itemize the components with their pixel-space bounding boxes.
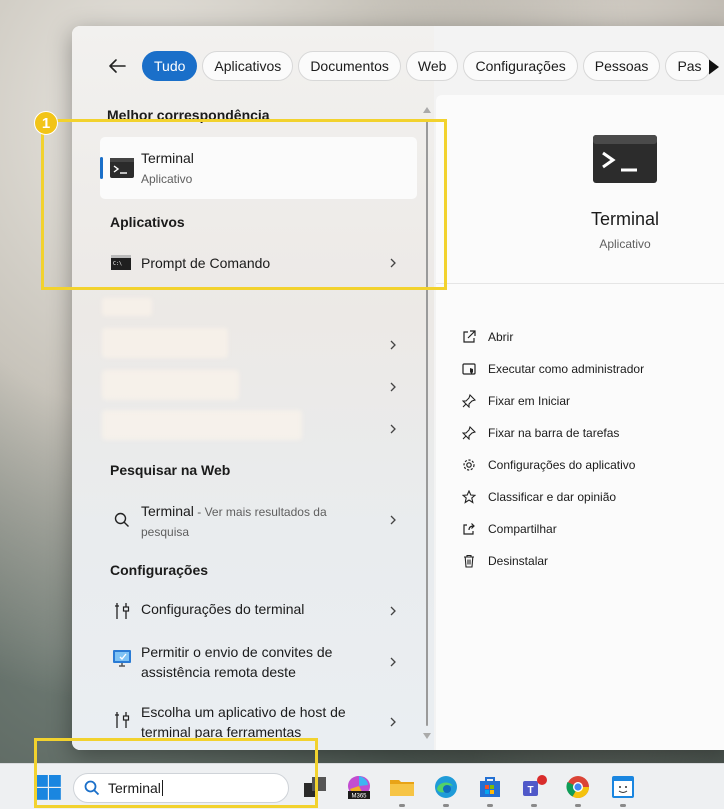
- web-search-result[interactable]: Terminal - Ver mais resultados da pesqui…: [100, 500, 417, 544]
- blurred-result: [102, 298, 152, 316]
- chevron-right-icon[interactable]: [387, 423, 399, 435]
- svg-text:T: T: [527, 785, 533, 796]
- tab-tudo[interactable]: Tudo: [142, 51, 198, 81]
- open-external-icon: [463, 330, 476, 343]
- microsoft-365-icon[interactable]: M365: [346, 774, 372, 800]
- running-indicator: [575, 804, 581, 807]
- chrome-icon[interactable]: [565, 774, 591, 800]
- detail-subtitle: Aplicativo: [599, 237, 651, 251]
- action-label: Configurações do aplicativo: [488, 458, 636, 472]
- action-label: Fixar em Iniciar: [488, 394, 571, 408]
- app-window-icon[interactable]: [610, 774, 636, 800]
- microsoft-store-icon[interactable]: [477, 774, 503, 800]
- action-label: Classificar e dar opinião: [488, 490, 617, 504]
- setting-terminal[interactable]: Configurações do terminal: [100, 598, 417, 624]
- action-label: Abrir: [488, 330, 514, 344]
- action-desinstalar[interactable]: Desinstalar: [462, 551, 548, 571]
- chevron-right-icon: [390, 717, 396, 727]
- detail-title: Terminal: [590, 209, 660, 229]
- scroll-down-icon[interactable]: [423, 732, 431, 740]
- arrow-left-icon: [109, 59, 126, 73]
- action-abrir[interactable]: Abrir: [462, 327, 513, 347]
- action-compartilhar[interactable]: Compartilhar: [462, 519, 557, 539]
- action-label: Desinstalar: [488, 554, 549, 568]
- step-badge: 1: [34, 111, 58, 135]
- setting-name: Escolha um aplicativo de host de termina…: [141, 704, 346, 740]
- play-more-icon[interactable]: [704, 57, 724, 77]
- running-indicator: [531, 804, 537, 807]
- chevron-right-icon[interactable]: [387, 381, 399, 393]
- blurred-result: [102, 370, 239, 400]
- trash-icon: [464, 554, 474, 568]
- running-indicator: [443, 804, 449, 807]
- running-indicator: [487, 804, 493, 807]
- setting-name: Permitir o envio de convites de assistên…: [141, 644, 333, 680]
- share-icon: [463, 523, 475, 535]
- web-query: Terminal: [141, 503, 194, 519]
- detail-pane: Terminal Aplicativo Abrir Executar como …: [436, 95, 724, 750]
- wrench-settings-icon: [115, 603, 130, 619]
- search-icon: [114, 512, 129, 527]
- edge-icon[interactable]: [433, 774, 459, 800]
- tab-pessoas[interactable]: Pessoas: [582, 51, 661, 81]
- chevron-right-icon: [390, 606, 396, 616]
- filter-bar: Tudo Aplicativos Documentos Web Configur…: [100, 50, 716, 82]
- scroll-up-icon[interactable]: [423, 106, 431, 114]
- blurred-result: [102, 410, 302, 440]
- chevron-right-icon: [390, 515, 396, 525]
- action-config-app[interactable]: Configurações do aplicativo: [462, 455, 635, 475]
- highlight-box: [41, 119, 447, 290]
- blurred-result: [102, 328, 228, 358]
- action-label: Fixar na barra de tarefas: [488, 426, 620, 440]
- setting-remote-assistance[interactable]: Permitir o envio de convites de assistên…: [100, 641, 417, 685]
- tab-aplicativos[interactable]: Aplicativos: [202, 51, 294, 81]
- chevron-right-icon[interactable]: [387, 339, 399, 351]
- teams-icon[interactable]: T: [521, 774, 547, 800]
- star-icon: [462, 490, 476, 504]
- setting-name: Configurações do terminal: [141, 601, 305, 617]
- tab-documentos[interactable]: Documentos: [298, 51, 401, 81]
- wrench-settings-icon: [115, 712, 130, 728]
- action-label: Compartilhar: [488, 522, 557, 536]
- back-button[interactable]: [100, 50, 134, 82]
- gear-icon: [463, 459, 475, 471]
- action-fixar-iniciar[interactable]: Fixar em Iniciar: [462, 391, 570, 411]
- file-explorer-icon[interactable]: [389, 774, 415, 800]
- m365-label: M365: [351, 794, 367, 800]
- tab-configuracoes[interactable]: Configurações: [463, 51, 578, 81]
- action-fixar-barra[interactable]: Fixar na barra de tarefas: [462, 423, 619, 443]
- remote-assistance-icon: [113, 650, 131, 667]
- pin-icon: [462, 394, 476, 408]
- running-indicator: [399, 804, 405, 807]
- terminal-icon: [593, 135, 657, 183]
- running-indicator: [620, 804, 626, 807]
- pin-icon: [462, 426, 476, 440]
- shield-admin-icon: [462, 363, 476, 375]
- action-classificar[interactable]: Classificar e dar opinião: [462, 487, 616, 507]
- highlight-box: [34, 738, 318, 808]
- action-executar-admin[interactable]: Executar como administrador: [462, 359, 644, 379]
- settings-heading: Configurações: [110, 562, 209, 578]
- tab-web[interactable]: Web: [405, 51, 459, 81]
- web-heading: Pesquisar na Web: [110, 462, 231, 478]
- chevron-right-icon: [390, 657, 396, 667]
- action-label: Executar como administrador: [488, 362, 645, 376]
- divider: [436, 283, 724, 284]
